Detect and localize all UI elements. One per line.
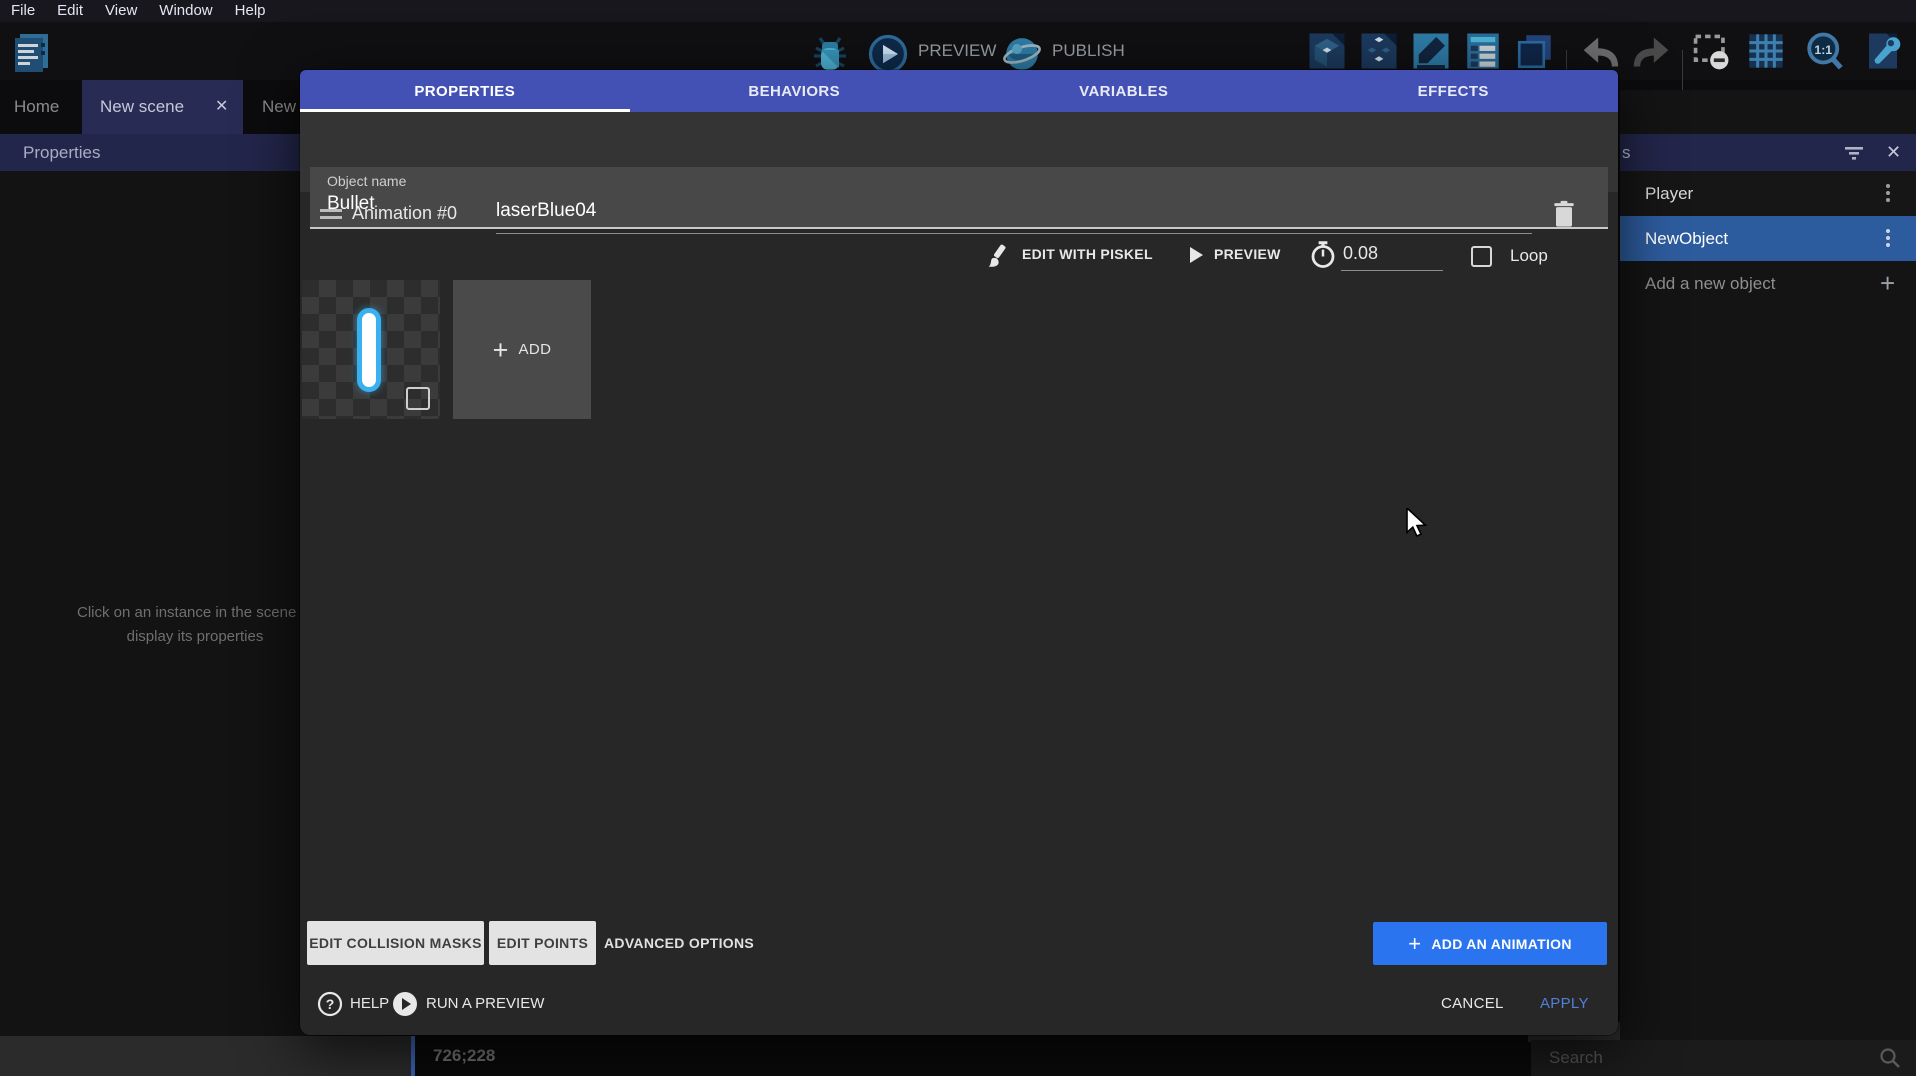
properties-panel-title: Properties [23, 143, 100, 162]
search-input[interactable] [1549, 1040, 1849, 1076]
delete-animation-icon[interactable] [1550, 198, 1578, 230]
object-name-band: Object name Bullet [300, 112, 1618, 192]
dialog-tab-label: EFFECTS [1418, 83, 1489, 100]
preview-animation-button[interactable]: PREVIEW [1214, 246, 1281, 262]
plus-icon[interactable]: + [1880, 261, 1895, 306]
mask-selection-icon[interactable] [1690, 31, 1734, 73]
loop-label: Loop [1510, 246, 1548, 266]
add-new-object-row[interactable]: Add a new object + [1620, 261, 1916, 306]
frame-checkbox[interactable] [406, 387, 430, 410]
object-row-player[interactable]: Player [1620, 171, 1916, 216]
scene-editor-bottom: 726;228 [415, 1036, 1531, 1076]
menu-edit[interactable]: Edit [46, 0, 94, 22]
tab-close-icon[interactable]: ✕ [215, 80, 228, 134]
plus-icon: + [1408, 937, 1421, 951]
dialog-tab-label: PROPERTIES [414, 83, 515, 100]
tab-new-scene[interactable]: New scene ✕ [82, 80, 243, 134]
animation-name-field[interactable]: laserBlue04 [496, 192, 1532, 234]
run-a-preview-button[interactable]: RUN A PREVIEW [426, 995, 544, 1012]
redo-icon[interactable] [1630, 32, 1674, 72]
kebab-menu-icon[interactable] [1886, 226, 1890, 250]
panel-bottom-strip [0, 1036, 411, 1076]
close-panel-icon[interactable]: ✕ [1886, 134, 1901, 171]
svg-text:1:1: 1:1 [1814, 43, 1832, 57]
filter-icon[interactable] [1843, 142, 1865, 164]
edit-pencil-icon[interactable] [1410, 30, 1452, 72]
undo-icon[interactable] [1578, 32, 1622, 72]
tab-new-scene-label: New scene [100, 80, 184, 134]
kebab-menu-icon[interactable] [1886, 181, 1890, 205]
brush-icon [984, 242, 1012, 270]
animation-title: Animation #0 [352, 203, 457, 224]
objects-panel-title: s [1622, 143, 1631, 162]
time-between-frames-value: 0.08 [1343, 243, 1378, 264]
toolbar-separator [1682, 50, 1683, 94]
add-frame-label: ADD [518, 341, 551, 358]
objects-cubes-icon[interactable] [1358, 30, 1400, 72]
add-frame-button[interactable]: + ADD [453, 280, 591, 419]
export-cube-icon[interactable] [1306, 30, 1348, 72]
loop-checkbox[interactable] [1471, 246, 1492, 267]
help-icon[interactable]: ? [317, 991, 343, 1017]
tools-wrench-icon[interactable] [1862, 30, 1904, 72]
menu-help[interactable]: Help [224, 0, 277, 22]
plus-icon: + [493, 340, 509, 360]
animation-name-value: laserBlue04 [496, 200, 596, 222]
play-icon [1186, 245, 1206, 265]
publish-planet-icon[interactable] [1002, 34, 1042, 74]
preview-play-icon[interactable] [868, 34, 908, 74]
object-name-label: Object name [327, 173, 406, 189]
animation-frame-thumbnail[interactable] [302, 280, 440, 419]
cancel-button[interactable]: CANCEL [1441, 995, 1504, 1012]
drag-handle-icon[interactable] [320, 207, 342, 221]
menu-file[interactable]: File [0, 0, 46, 22]
objects-panel: s ✕ Player NewObject Add a new o [1620, 90, 1916, 1076]
layers-icon[interactable] [1514, 30, 1556, 72]
dialog-tab-label: BEHAVIORS [748, 83, 840, 100]
menu-view[interactable]: View [94, 0, 148, 22]
menu-window[interactable]: Window [148, 0, 223, 22]
laser-sprite [357, 308, 381, 392]
help-button[interactable]: HELP [350, 995, 389, 1012]
time-between-frames-field[interactable]: 0.08 [1341, 239, 1443, 271]
tab-new-external[interactable]: New [262, 80, 296, 134]
dialog-tab-effects[interactable]: EFFECTS [1289, 70, 1619, 112]
edit-collision-masks-button[interactable]: EDIT COLLISION MASKS [307, 921, 484, 965]
dialog-tab-properties[interactable]: PROPERTIES [300, 70, 630, 112]
stopwatch-icon [1308, 239, 1338, 269]
zoom-1-1-icon[interactable]: 1:1 [1804, 31, 1846, 73]
tab-home[interactable]: Home [14, 80, 59, 134]
dialog-tab-variables[interactable]: VARIABLES [959, 70, 1289, 112]
dialog-tab-behaviors[interactable]: BEHAVIORS [630, 70, 960, 112]
edit-points-button[interactable]: EDIT POINTS [489, 921, 596, 965]
dialog-tab-bar: PROPERTIES BEHAVIORS VARIABLES EFFECTS [300, 70, 1618, 112]
advanced-options-button[interactable]: ADVANCED OPTIONS [604, 921, 754, 965]
add-new-object-label: Add a new object [1645, 274, 1775, 293]
add-an-animation-label: ADD AN ANIMATION [1431, 936, 1571, 952]
cursor-coordinates: 726;228 [433, 1046, 495, 1065]
apply-button[interactable]: APPLY [1540, 995, 1589, 1012]
objects-search-bar [1531, 1040, 1916, 1076]
object-editor-dialog: PROPERTIES BEHAVIORS VARIABLES EFFECTS O… [300, 70, 1618, 1035]
menu-bar: File Edit View Window Help [0, 0, 1916, 22]
mouse-cursor [1405, 508, 1431, 538]
grid-icon[interactable] [1746, 31, 1786, 71]
run-preview-icon[interactable] [392, 991, 418, 1017]
object-row-label: Player [1645, 184, 1693, 203]
objects-panel-header: s ✕ [1620, 134, 1916, 171]
object-row-label: NewObject [1645, 229, 1728, 248]
project-manager-icon[interactable] [12, 32, 52, 74]
events-list-icon[interactable] [1462, 30, 1504, 72]
add-an-animation-button[interactable]: + ADD AN ANIMATION [1373, 922, 1607, 965]
svg-text:?: ? [326, 996, 335, 1012]
search-icon[interactable] [1878, 1046, 1902, 1070]
object-row-newobject-selected[interactable]: NewObject [1620, 216, 1916, 261]
edit-with-piskel-button[interactable]: EDIT WITH PISKEL [1022, 246, 1153, 262]
dialog-tab-label: VARIABLES [1079, 83, 1168, 100]
